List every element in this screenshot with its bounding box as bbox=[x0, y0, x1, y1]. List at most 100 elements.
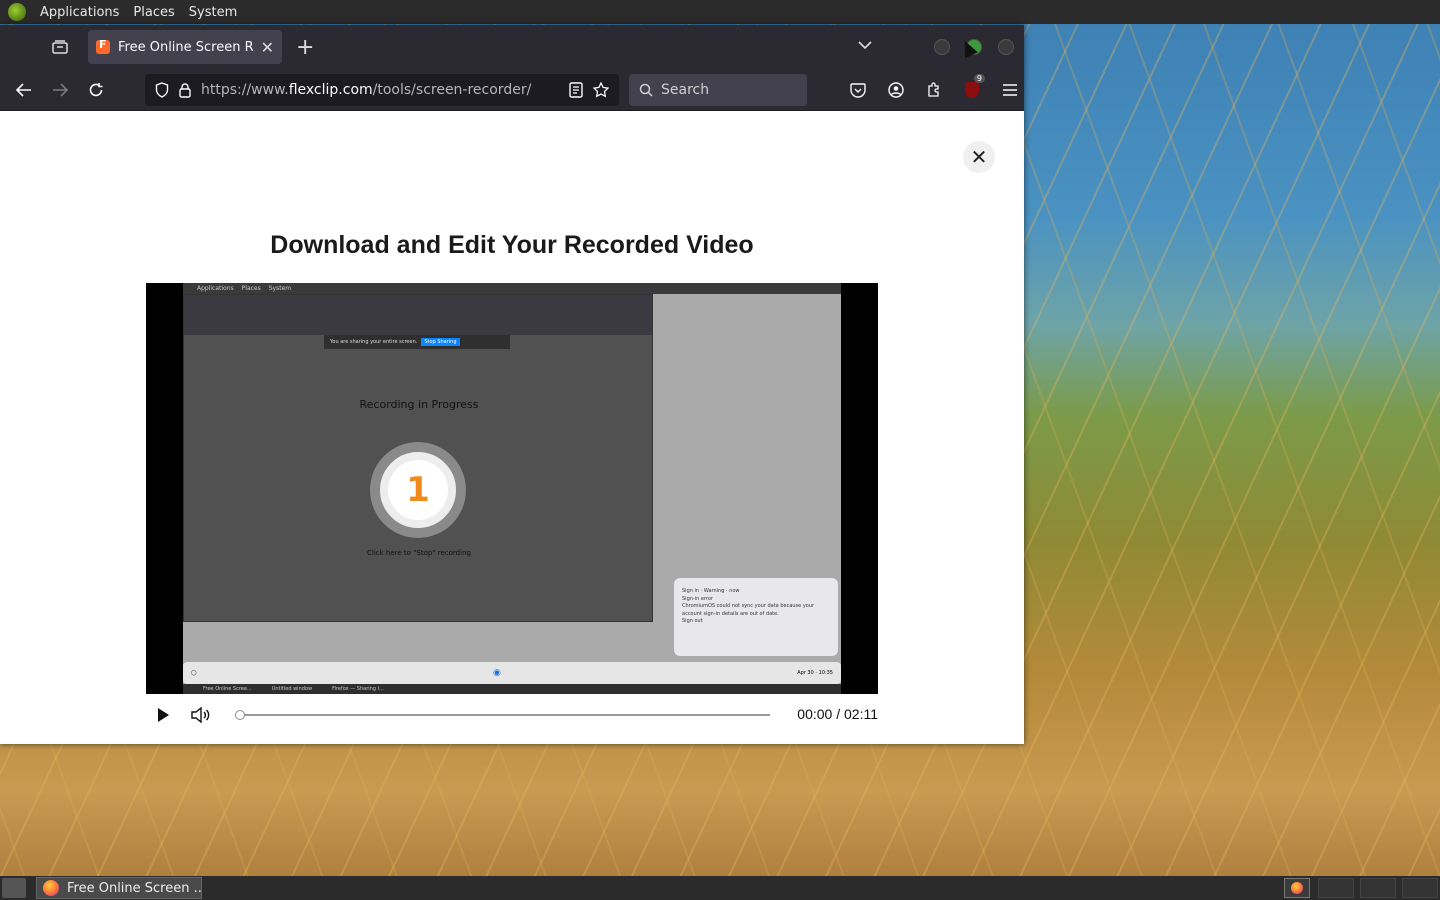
top-panel: Applications Places System bbox=[0, 0, 1440, 24]
pocket-button[interactable] bbox=[840, 74, 876, 106]
workspace-2[interactable] bbox=[1360, 878, 1396, 898]
nested-countdown-ring: 1 bbox=[370, 442, 466, 538]
flexclip-favicon-icon bbox=[96, 38, 110, 54]
nested-task-2: Untitled window bbox=[271, 686, 313, 692]
volume-icon bbox=[191, 707, 210, 723]
modal-title: Download and Edit Your Recorded Video bbox=[270, 231, 754, 259]
nested-countdown-number: 1 bbox=[388, 460, 448, 520]
workspace-3[interactable] bbox=[1402, 878, 1438, 898]
workspace-1[interactable] bbox=[1318, 878, 1354, 898]
tab-flexclip[interactable]: Free Online Screen Recorde ✕ bbox=[88, 30, 282, 64]
firefox-icon bbox=[43, 880, 59, 896]
close-window-button[interactable] bbox=[998, 39, 1014, 55]
puzzle-icon bbox=[928, 82, 939, 97]
nested-task-1: Free Online Scree... bbox=[203, 686, 252, 692]
url-prefix: https://www. bbox=[201, 82, 289, 98]
nested-browser-chrome bbox=[184, 295, 652, 335]
url-path: /tools/screen-recorder/ bbox=[372, 82, 532, 98]
nested-notify-title: Sign in · Warning · now bbox=[682, 588, 740, 594]
account-button[interactable] bbox=[878, 74, 914, 106]
current-time: 00:00 bbox=[797, 706, 833, 722]
account-icon bbox=[888, 82, 904, 98]
tab-close-icon[interactable]: ✕ bbox=[261, 38, 274, 57]
toolbar-right: 9 bbox=[840, 74, 1028, 106]
url-domain: flexclip.com bbox=[288, 82, 373, 98]
firefox-view-button[interactable] bbox=[40, 31, 80, 63]
app-menu-button[interactable] bbox=[992, 74, 1028, 106]
reload-button[interactable] bbox=[78, 74, 114, 106]
new-tab-button[interactable]: + bbox=[296, 35, 314, 60]
play-button[interactable] bbox=[146, 700, 180, 730]
nested-top-panel: Applications Places System bbox=[183, 283, 841, 294]
nested-taskbar: Free Online Scree... Untitled window Fir… bbox=[183, 684, 841, 694]
taskbar-item-firefox[interactable]: Free Online Screen ... bbox=[36, 877, 202, 899]
menu-system[interactable]: System bbox=[189, 5, 237, 20]
bottom-taskbar: Free Online Screen ... bbox=[0, 876, 1440, 900]
search-bar[interactable]: Search bbox=[629, 74, 807, 106]
nested-menu-applications: Applications bbox=[197, 285, 234, 292]
ublock-button[interactable]: 9 bbox=[954, 74, 990, 106]
menu-places[interactable]: Places bbox=[133, 5, 174, 20]
nested-menu-system: System bbox=[268, 285, 292, 292]
nested-sharing-text: You are sharing your entire screen. bbox=[330, 339, 418, 345]
nested-menu-places: Places bbox=[241, 285, 261, 292]
show-desktop-button[interactable] bbox=[2, 878, 26, 898]
page-content: ✕ Download and Edit Your Recorded Video … bbox=[0, 111, 1024, 744]
video-player[interactable]: Applications Places System You are shari… bbox=[146, 283, 878, 694]
ublock-shield-icon bbox=[965, 82, 979, 98]
taskbar-item-label: Free Online Screen ... bbox=[67, 880, 202, 896]
forward-arrow-icon bbox=[53, 82, 68, 97]
url-bar[interactable]: https://www.flexclip.com/tools/screen-re… bbox=[145, 74, 619, 106]
nested-notify-head: Sign-in error bbox=[682, 595, 713, 602]
video-progress-handle[interactable] bbox=[235, 710, 245, 720]
tracking-shield-icon bbox=[155, 82, 169, 98]
nested-notify-action: Sign out bbox=[682, 618, 703, 624]
video-controls: 00:00 / 02:11 bbox=[146, 700, 878, 730]
nested-shelf-date: Apr 30 bbox=[797, 670, 814, 676]
nested-task-3: Firefox — Sharing I... bbox=[332, 686, 384, 692]
pocket-icon bbox=[850, 82, 866, 98]
nested-notification: Sign in · Warning · now Sign-in error Ch… bbox=[674, 578, 838, 656]
back-button[interactable] bbox=[6, 74, 42, 106]
search-icon bbox=[639, 83, 653, 97]
video-frame-screenshot: Applications Places System You are shari… bbox=[183, 283, 841, 694]
volume-button[interactable] bbox=[184, 700, 218, 730]
nested-notify-body: ChromiumOS could not sync your data beca… bbox=[682, 603, 815, 617]
firefox-view-icon bbox=[52, 40, 68, 54]
nested-shelf-status: Apr 30 · 10:35 bbox=[797, 670, 833, 676]
tab-title: Free Online Screen Recorde bbox=[118, 39, 253, 55]
url-text[interactable]: https://www.flexclip.com/tools/screen-re… bbox=[201, 82, 559, 98]
distro-logo-icon[interactable] bbox=[8, 3, 26, 21]
tray-firefox-icon[interactable] bbox=[1284, 878, 1310, 898]
reload-icon bbox=[89, 82, 103, 96]
play-icon bbox=[158, 708, 169, 722]
hamburger-menu-icon bbox=[1003, 84, 1017, 96]
tab-bar: Free Online Screen Recorde ✕ + bbox=[0, 25, 1024, 69]
reader-view-icon bbox=[569, 82, 583, 98]
extensions-button[interactable] bbox=[916, 74, 952, 106]
search-placeholder: Search bbox=[661, 82, 710, 98]
minimize-button[interactable] bbox=[934, 39, 950, 55]
nested-chrome-icon: ◉ bbox=[492, 668, 501, 678]
nav-bar: https://www.flexclip.com/tools/screen-re… bbox=[0, 69, 1024, 111]
nested-stop-sharing: Stop Sharing bbox=[421, 338, 460, 346]
browser-window: Free Online Screen Recorde ✕ + https://w… bbox=[0, 25, 1024, 744]
bookmark-star-icon bbox=[593, 82, 609, 98]
nested-launcher-icon: ◯ bbox=[191, 670, 197, 676]
forward-button[interactable] bbox=[42, 74, 78, 106]
modal-close-button[interactable]: ✕ bbox=[963, 141, 995, 173]
nested-sharing-bar: You are sharing your entire screen. Stop… bbox=[324, 335, 510, 349]
nested-recording-title: Recording in Progress bbox=[359, 398, 479, 411]
video-progress-track[interactable] bbox=[235, 710, 770, 720]
nested-browser: You are sharing your entire screen. Stop… bbox=[183, 294, 653, 622]
nested-click-hint: Click here to "Stop" recording bbox=[367, 549, 471, 557]
back-arrow-icon bbox=[16, 82, 31, 97]
nested-shelf: ◯ ◉ Apr 30 · 10:35 bbox=[183, 662, 841, 684]
list-all-tabs-icon[interactable] bbox=[858, 37, 872, 53]
menu-applications[interactable]: Applications bbox=[40, 5, 119, 20]
duration: 02:11 bbox=[844, 706, 878, 722]
nested-shelf-time: 10:35 bbox=[818, 670, 833, 676]
video-time: 00:00 / 02:11 bbox=[797, 706, 878, 722]
lock-icon bbox=[179, 82, 191, 98]
ublock-badge: 9 bbox=[973, 74, 985, 83]
